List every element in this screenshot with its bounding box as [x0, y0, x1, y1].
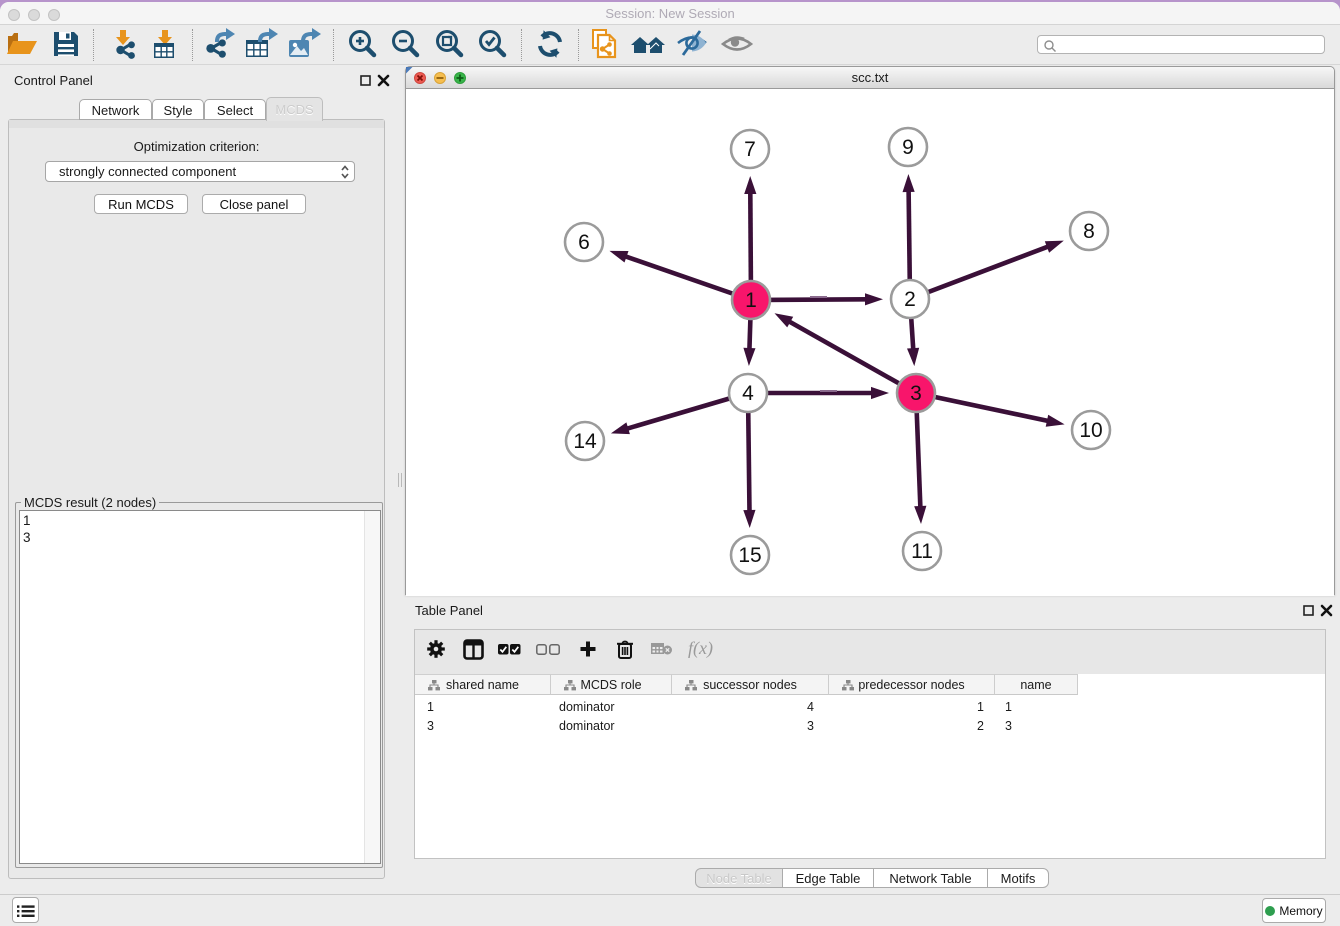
svg-text:8: 8 — [1083, 220, 1095, 243]
svg-text:2: 2 — [904, 288, 916, 311]
svg-text:3: 3 — [910, 382, 922, 405]
svg-text:15: 15 — [738, 544, 761, 567]
svg-text:6: 6 — [578, 231, 590, 254]
svg-text:1: 1 — [745, 289, 757, 312]
svg-text:7: 7 — [744, 138, 756, 161]
svg-text:11: 11 — [911, 540, 933, 563]
svg-text:9: 9 — [902, 136, 914, 159]
svg-text:10: 10 — [1079, 419, 1102, 442]
svg-text:4: 4 — [742, 382, 754, 405]
svg-text:14: 14 — [573, 430, 597, 453]
